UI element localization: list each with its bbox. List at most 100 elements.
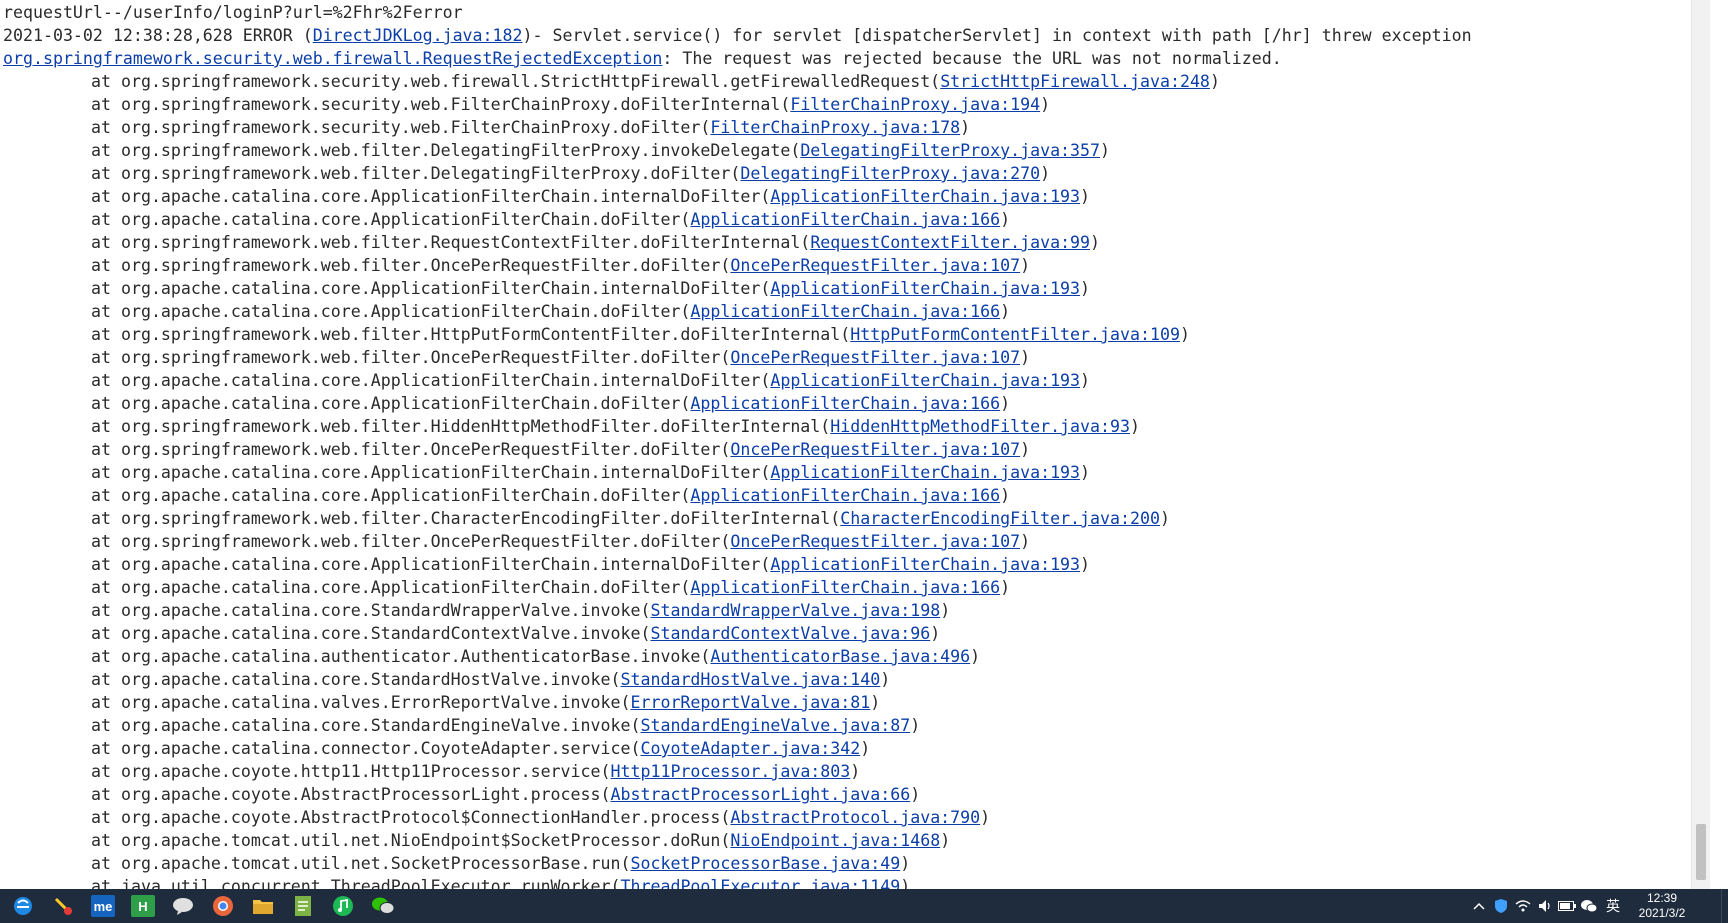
source-link[interactable]: ApplicationFilterChain.java:166 bbox=[690, 210, 1000, 229]
source-link[interactable]: OncePerRequestFilter.java:107 bbox=[730, 256, 1020, 275]
ime-indicator[interactable]: 英 bbox=[1600, 896, 1626, 916]
source-link[interactable]: AuthenticatorBase.java:496 bbox=[710, 647, 970, 666]
source-link[interactable]: ApplicationFilterChain.java:193 bbox=[770, 555, 1080, 574]
source-link[interactable]: RequestContextFilter.java:99 bbox=[810, 233, 1090, 252]
log-text: ) bbox=[1179, 325, 1190, 344]
source-link[interactable]: NioEndpoint.java:1468 bbox=[730, 831, 940, 850]
hbuilder-icon[interactable]: H bbox=[126, 889, 160, 923]
source-link[interactable]: HiddenHttpMethodFilter.java:93 bbox=[830, 417, 1130, 436]
log-text: ) bbox=[980, 808, 991, 827]
log-text: at org.springframework.web.filter.Hidden… bbox=[91, 417, 831, 436]
source-link[interactable]: SocketProcessorBase.java:49 bbox=[630, 854, 900, 873]
log-text: ) bbox=[900, 877, 911, 889]
log-text: at org.springframework.security.web.Filt… bbox=[91, 95, 791, 114]
source-link[interactable]: ApplicationFilterChain.java:193 bbox=[770, 463, 1080, 482]
volume-icon[interactable] bbox=[1534, 889, 1556, 923]
source-link[interactable]: CoyoteAdapter.java:342 bbox=[640, 739, 860, 758]
source-link[interactable]: ApplicationFilterChain.java:166 bbox=[690, 302, 1000, 321]
log-text: at org.apache.catalina.core.ApplicationF… bbox=[91, 394, 691, 413]
source-link[interactable]: FilterChainProxy.java:194 bbox=[790, 95, 1040, 114]
source-link[interactable]: ApplicationFilterChain.java:166 bbox=[690, 486, 1000, 505]
stack-frame-line: at org.springframework.security.web.Filt… bbox=[3, 93, 1472, 116]
source-link[interactable]: OncePerRequestFilter.java:107 bbox=[730, 348, 1020, 367]
source-link[interactable]: org.springframework.security.web.firewal… bbox=[3, 49, 662, 68]
source-link[interactable]: ThreadPoolExecutor.java:1149 bbox=[621, 877, 901, 889]
log-text: at org.springframework.web.filter.Delega… bbox=[91, 164, 741, 183]
wechat-icon[interactable] bbox=[366, 889, 400, 923]
stack-frame-line: at java.util.concurrent.ThreadPoolExecut… bbox=[3, 875, 1472, 889]
log-text: at org.apache.catalina.core.ApplicationF… bbox=[91, 486, 691, 505]
chrome-icon[interactable] bbox=[206, 889, 240, 923]
log-text: requestUrl--/userInfo/loginP?url=%2Fhr%2… bbox=[3, 3, 463, 22]
source-link[interactable]: DelegatingFilterProxy.java:357 bbox=[800, 141, 1100, 160]
shield-icon[interactable] bbox=[1490, 889, 1512, 923]
source-link[interactable]: ApplicationFilterChain.java:193 bbox=[770, 187, 1080, 206]
chevron-up-icon[interactable] bbox=[1468, 889, 1490, 923]
source-link[interactable]: StrictHttpFirewall.java:248 bbox=[940, 72, 1210, 91]
scrollbar-thumb[interactable] bbox=[1696, 824, 1706, 880]
vertical-scrollbar[interactable] bbox=[1691, 0, 1710, 889]
source-link[interactable]: OncePerRequestFilter.java:107 bbox=[730, 440, 1020, 459]
source-link[interactable]: StandardContextValve.java:96 bbox=[650, 624, 930, 643]
music-icon[interactable] bbox=[326, 889, 360, 923]
source-link[interactable]: DelegatingFilterProxy.java:270 bbox=[740, 164, 1040, 183]
log-text: at org.apache.catalina.authenticator.Aut… bbox=[91, 647, 711, 666]
stack-frame-line: at org.springframework.web.filter.Hidden… bbox=[3, 415, 1472, 438]
stack-frame-line: at org.springframework.web.filter.OncePe… bbox=[3, 254, 1472, 277]
source-link[interactable]: Http11Processor.java:803 bbox=[611, 762, 851, 781]
source-link[interactable]: DirectJDKLog.java:182 bbox=[313, 26, 523, 45]
stack-frame-line: at org.springframework.security.web.fire… bbox=[3, 70, 1472, 93]
stack-frame-line: at org.apache.catalina.core.StandardWrap… bbox=[3, 599, 1472, 622]
wechat-tray-icon[interactable] bbox=[1578, 889, 1600, 923]
log-text: ) bbox=[1040, 95, 1051, 114]
log-text: at org.springframework.web.filter.Reques… bbox=[91, 233, 811, 252]
source-link[interactable]: OncePerRequestFilter.java:107 bbox=[730, 532, 1020, 551]
source-link[interactable]: StandardHostValve.java:140 bbox=[621, 670, 881, 689]
log-text: at org.apache.catalina.core.StandardEngi… bbox=[91, 716, 641, 735]
stack-frame-line: at org.springframework.web.filter.Charac… bbox=[3, 507, 1472, 530]
stack-frame-line: at org.springframework.web.filter.OncePe… bbox=[3, 346, 1472, 369]
source-link[interactable]: AbstractProtocol.java:790 bbox=[730, 808, 980, 827]
stack-frame-line: at org.apache.catalina.core.ApplicationF… bbox=[3, 392, 1472, 415]
log-text: ) bbox=[940, 601, 951, 620]
source-link[interactable]: StandardWrapperValve.java:198 bbox=[650, 601, 940, 620]
source-link[interactable]: ApplicationFilterChain.java:193 bbox=[770, 279, 1080, 298]
source-link[interactable]: FilterChainProxy.java:178 bbox=[710, 118, 960, 137]
log-text: at org.apache.catalina.core.ApplicationF… bbox=[91, 555, 771, 574]
stack-frame-line: at org.apache.catalina.core.ApplicationF… bbox=[3, 300, 1472, 323]
show-desktop-button[interactable] bbox=[1721, 889, 1728, 923]
battery-icon[interactable] bbox=[1556, 889, 1578, 923]
log-text: at org.springframework.web.filter.Charac… bbox=[91, 509, 841, 528]
wifi-icon[interactable] bbox=[1512, 889, 1534, 923]
stack-frame-line: at org.apache.catalina.core.StandardCont… bbox=[3, 622, 1472, 645]
paint-icon[interactable] bbox=[46, 889, 80, 923]
source-link[interactable]: ApplicationFilterChain.java:193 bbox=[770, 371, 1080, 390]
taskbar: me H 英 12:39 2021/3/2 bbox=[0, 889, 1728, 923]
source-link[interactable]: AbstractProcessorLight.java:66 bbox=[611, 785, 911, 804]
chat-bubble-icon[interactable] bbox=[166, 889, 200, 923]
log-text: ) bbox=[1020, 440, 1031, 459]
folder-icon[interactable] bbox=[246, 889, 280, 923]
stack-frame-line: at org.springframework.security.web.Filt… bbox=[3, 116, 1472, 139]
source-link[interactable]: ErrorReportValve.java:81 bbox=[630, 693, 870, 712]
source-link[interactable]: CharacterEncodingFilter.java:200 bbox=[840, 509, 1160, 528]
log-text: ) bbox=[1000, 486, 1011, 505]
stack-frame-line: at org.apache.catalina.core.ApplicationF… bbox=[3, 185, 1472, 208]
source-link[interactable]: ApplicationFilterChain.java:166 bbox=[690, 578, 1000, 597]
me-app-icon[interactable]: me bbox=[86, 889, 120, 923]
stack-frame-line: at org.apache.catalina.core.ApplicationF… bbox=[3, 369, 1472, 392]
stack-trace: requestUrl--/userInfo/loginP?url=%2Fhr%2… bbox=[3, 1, 1472, 889]
log-text: ) bbox=[1000, 578, 1011, 597]
log-text: at java.util.concurrent.ThreadPoolExecut… bbox=[91, 877, 621, 889]
source-link[interactable]: ApplicationFilterChain.java:166 bbox=[690, 394, 1000, 413]
log-line: org.springframework.security.web.firewal… bbox=[3, 47, 1472, 70]
source-link[interactable]: StandardEngineValve.java:87 bbox=[640, 716, 910, 735]
log-text: ) bbox=[1100, 141, 1111, 160]
log-text: 2021-03-02 12:38:28,628 ERROR ( bbox=[3, 26, 313, 45]
source-link[interactable]: HttpPutFormContentFilter.java:109 bbox=[850, 325, 1180, 344]
clock[interactable]: 12:39 2021/3/2 bbox=[1626, 891, 1698, 921]
ie-icon[interactable] bbox=[6, 889, 40, 923]
log-text: at org.apache.catalina.core.ApplicationF… bbox=[91, 371, 771, 390]
notepad-icon[interactable] bbox=[286, 889, 320, 923]
log-text: ) bbox=[1080, 187, 1091, 206]
